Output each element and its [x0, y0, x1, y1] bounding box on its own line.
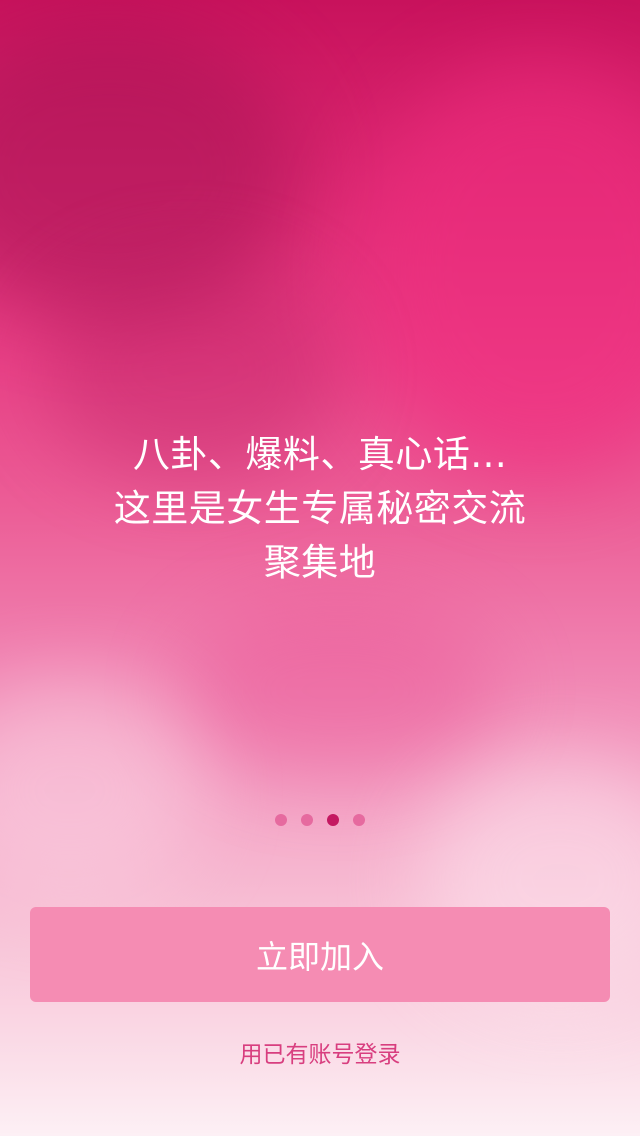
headline-line-1: 八卦、爆料、真心话...: [132, 433, 508, 476]
join-now-button[interactable]: 立即加入: [30, 907, 610, 1002]
page-dot[interactable]: [301, 814, 313, 826]
headline-line-2: 这里是女生专属秘密交流: [113, 487, 527, 530]
background-blur: [360, 60, 640, 480]
page-dot[interactable]: [353, 814, 365, 826]
page-dot-active[interactable]: [327, 814, 339, 826]
background-blur: [180, 600, 500, 780]
background-blur: [0, 680, 200, 900]
page-dot[interactable]: [275, 814, 287, 826]
headline-line-3: 聚集地: [263, 541, 377, 584]
page-indicator: [0, 814, 640, 828]
login-existing-account-link[interactable]: 用已有账号登录: [0, 1038, 640, 1072]
onboarding-headline: 八卦、爆料、真心话... 这里是女生专属秘密交流 聚集地: [40, 428, 600, 590]
onboarding-screen: 八卦、爆料、真心话... 这里是女生专属秘密交流 聚集地 立即加入 用已有账号登…: [0, 0, 640, 1136]
